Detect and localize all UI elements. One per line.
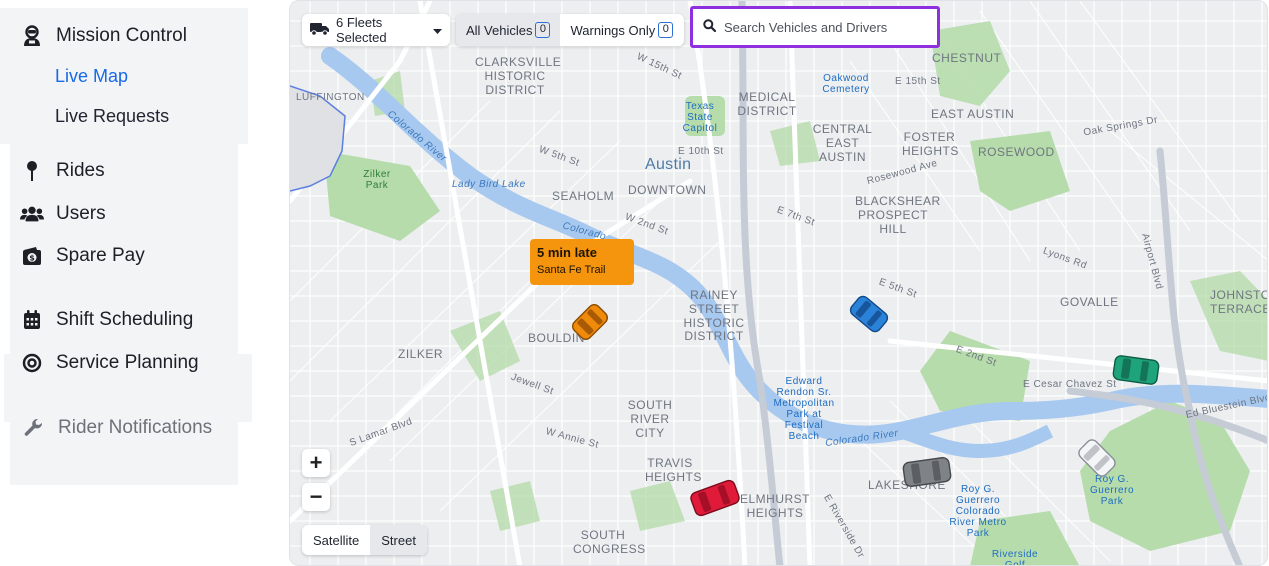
search-input[interactable]	[724, 19, 924, 35]
sidebar-item-label: Service Planning	[56, 352, 199, 373]
vehicle-marker-white[interactable]	[1073, 433, 1121, 483]
map-label-capitol: Texas State Capitol	[682, 101, 718, 134]
map-label-foster: FOSTER HEIGHTS	[902, 130, 959, 158]
map-label-oakwood: Oakwood Cemetery	[822, 73, 870, 95]
map-label-cesar-chavez: E Cesar Chavez St	[1023, 379, 1117, 390]
map-label-e15: E 15th St	[895, 76, 941, 87]
map-label-south-river: SOUTH RIVER CITY	[627, 398, 673, 440]
fleet-select-dropdown[interactable]: 6 Fleets Selected	[302, 14, 450, 46]
filter-warnings-count: 0	[658, 22, 674, 38]
vehicle-marker-green[interactable]	[1108, 347, 1164, 393]
live-map[interactable]: Austin DOWNTOWN CLARKSVILLE HISTORIC DIS…	[289, 0, 1268, 566]
sidebar-subitem-live-requests[interactable]: Live Requests	[55, 106, 169, 127]
vehicle-search-box[interactable]	[690, 6, 940, 48]
map-label-rosewood: ROSEWOOD	[978, 145, 1055, 159]
filter-all-vehicles[interactable]: All Vehicles 0	[456, 14, 561, 46]
map-label-east-austin: EAST AUSTIN	[931, 107, 1015, 121]
map-label-johnston: JOHNSTON TERRACE	[1210, 288, 1268, 316]
calendar-icon	[20, 308, 44, 332]
sidebar-item-label: Users	[56, 203, 106, 224]
sidebar-item-service-planning[interactable]: Service Planning	[20, 351, 199, 375]
map-label-chestnut: CHESTNUT	[932, 51, 1002, 65]
map-pin-icon	[20, 159, 44, 183]
alert-title: 5 min late	[537, 245, 597, 260]
sidebar-item-shift-scheduling[interactable]: Shift Scheduling	[20, 308, 193, 332]
filter-warnings-only[interactable]: Warnings Only 0	[560, 14, 683, 46]
zoom-in-button[interactable]: +	[302, 449, 330, 477]
money-wallet-icon: $	[20, 244, 44, 268]
map-label-edward-rendon: Edward Rendon Sr. Metropolitan Park at F…	[773, 376, 835, 442]
sidebar-item-rides[interactable]: Rides	[20, 159, 105, 183]
sidebar-item-label: Rides	[56, 160, 105, 181]
astronaut-icon	[20, 24, 44, 48]
fleet-truck-icon	[310, 22, 330, 39]
map-label-e10: E 10th St	[678, 146, 724, 157]
map-layer-toggle[interactable]: Satellite Street	[302, 525, 427, 555]
vehicle-marker-gray[interactable]	[898, 449, 956, 495]
map-label-clarksville: CLARKSVILLE HISTORIC DISTRICT	[475, 55, 562, 97]
fleet-select-label: 6 Fleets Selected	[336, 15, 387, 45]
layer-street-button[interactable]: Street	[370, 525, 427, 555]
filter-all-count: 0	[535, 22, 551, 38]
sidebar-item-spare-pay[interactable]: $ Spare Pay	[20, 244, 145, 268]
map-label-luffington: LUFFINGTON	[296, 92, 365, 103]
sidebar-item-users[interactable]: Users	[20, 202, 106, 226]
map-label-blackshear: BLACKSHEAR PROSPECT HILL	[855, 194, 941, 236]
filter-all-label: All Vehicles	[466, 22, 533, 38]
sidebar-subitem-live-map[interactable]: Live Map	[55, 66, 128, 87]
late-alert-tooltip[interactable]: 5 min late Santa Fe Trail	[530, 239, 634, 285]
map-label-central-east: CENTRAL EAST AUSTIN	[812, 122, 873, 164]
wrench-icon	[22, 416, 46, 440]
map-label-medical: MEDICAL DISTRICT	[737, 90, 797, 118]
layer-satellite-button[interactable]: Satellite	[302, 525, 370, 555]
vehicle-marker-blue[interactable]	[843, 289, 895, 339]
map-label-riverside: Riverside Golf Course	[991, 549, 1039, 566]
map-label-zilker-park: Zilker Park	[363, 169, 391, 191]
search-icon	[703, 19, 717, 35]
map-label-south-congress: SOUTH CONGRESS	[573, 528, 646, 556]
sidebar-item-label: Mission Control	[56, 25, 187, 46]
sidebar-item-label: Shift Scheduling	[56, 309, 194, 330]
sidebar-item-label: Rider Notifications	[58, 417, 213, 438]
map-label-elmhurst: ELMHURST HEIGHTS	[740, 492, 811, 520]
map-label-lady-bird-lake: Lady Bird Lake	[452, 179, 526, 190]
map-label-seaholm: SEAHOLM	[552, 189, 615, 203]
map-label-zilker: ZILKER	[398, 347, 444, 361]
vehicle-marker-orange[interactable]	[565, 297, 615, 347]
chevron-down-icon	[433, 23, 442, 38]
filter-warnings-label: Warnings Only	[570, 22, 656, 38]
map-label-rainey: RAINEY STREET HISTORIC DISTRICT	[683, 288, 745, 344]
svg-text:$: $	[29, 254, 35, 263]
vehicle-filter-toggle[interactable]: All Vehicles 0 Warnings Only 0	[456, 14, 684, 46]
zoom-out-button[interactable]: −	[302, 483, 330, 511]
vehicle-marker-red[interactable]	[686, 474, 744, 522]
map-label-govalle: GOVALLE	[1060, 295, 1119, 309]
sidebar-item-label: Spare Pay	[56, 245, 145, 266]
map-label-downtown: DOWNTOWN	[628, 183, 707, 197]
map-label-austin: Austin	[645, 156, 692, 173]
sidebar-item-rider-notifications[interactable]: Rider Notifications	[22, 416, 212, 440]
sidebar-item-mission-control[interactable]: Mission Control	[20, 24, 187, 48]
target-icon	[20, 351, 44, 375]
users-icon	[20, 202, 44, 226]
alert-stop: Santa Fe Trail	[537, 264, 606, 276]
